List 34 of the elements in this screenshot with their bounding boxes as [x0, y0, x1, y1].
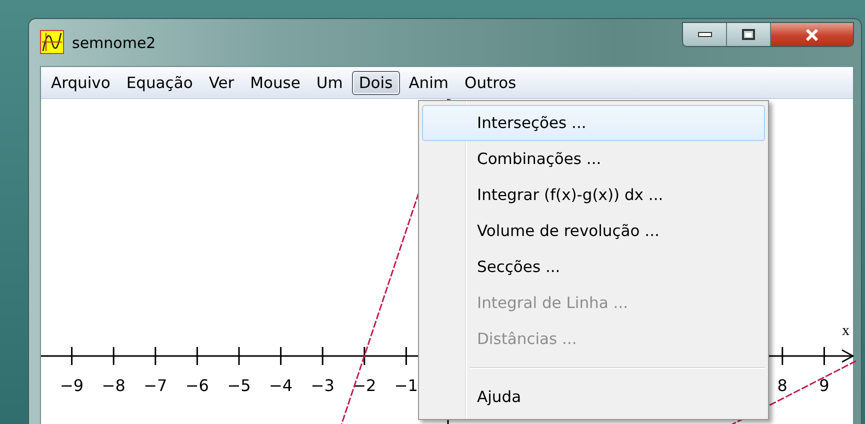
maximize-button[interactable]: [727, 23, 771, 46]
menu-item[interactable]: Um: [309, 70, 350, 94]
menu-item[interactable]: Outros: [458, 70, 524, 94]
axis-label: x: [842, 323, 850, 339]
tick-label: −6: [185, 376, 209, 395]
tick-label: −7: [144, 376, 168, 395]
close-button[interactable]: [771, 23, 853, 46]
window-title: semnome2: [72, 34, 157, 52]
minimize-button[interactable]: [683, 23, 727, 46]
menu-option[interactable]: Combinações ...: [422, 141, 765, 177]
tick-label: −3: [310, 376, 334, 395]
menu-item[interactable]: Anim: [402, 70, 456, 94]
tick-label: −9: [60, 376, 84, 395]
menu-item[interactable]: Ver: [202, 70, 242, 94]
tick-label: −1: [394, 376, 418, 395]
tick-label: −5: [227, 376, 251, 395]
close-icon: [805, 28, 819, 40]
menu-option[interactable]: Ajuda: [422, 379, 765, 415]
menu-item[interactable]: Dois: [352, 70, 400, 94]
menu-option[interactable]: Integrar (f(x)-g(x)) dx ...: [422, 177, 765, 213]
menu-option[interactable]: Interseções ...: [422, 105, 765, 141]
app-icon: [40, 30, 64, 54]
minimize-icon: [698, 32, 712, 37]
menu-option[interactable]: Secções ...: [422, 249, 765, 285]
tick-label: −8: [102, 376, 126, 395]
maximize-icon: [742, 29, 755, 40]
menu-item[interactable]: Mouse: [243, 70, 308, 94]
menu-item[interactable]: Equação: [119, 70, 200, 94]
menu-option[interactable]: Volume de revolução ...: [422, 213, 765, 249]
tick-label: 8: [777, 376, 788, 395]
tick-label: 9: [819, 376, 830, 395]
menu-item[interactable]: Arquivo: [44, 70, 118, 94]
tick-label: −4: [269, 376, 293, 395]
tick-label: −2: [352, 376, 376, 395]
